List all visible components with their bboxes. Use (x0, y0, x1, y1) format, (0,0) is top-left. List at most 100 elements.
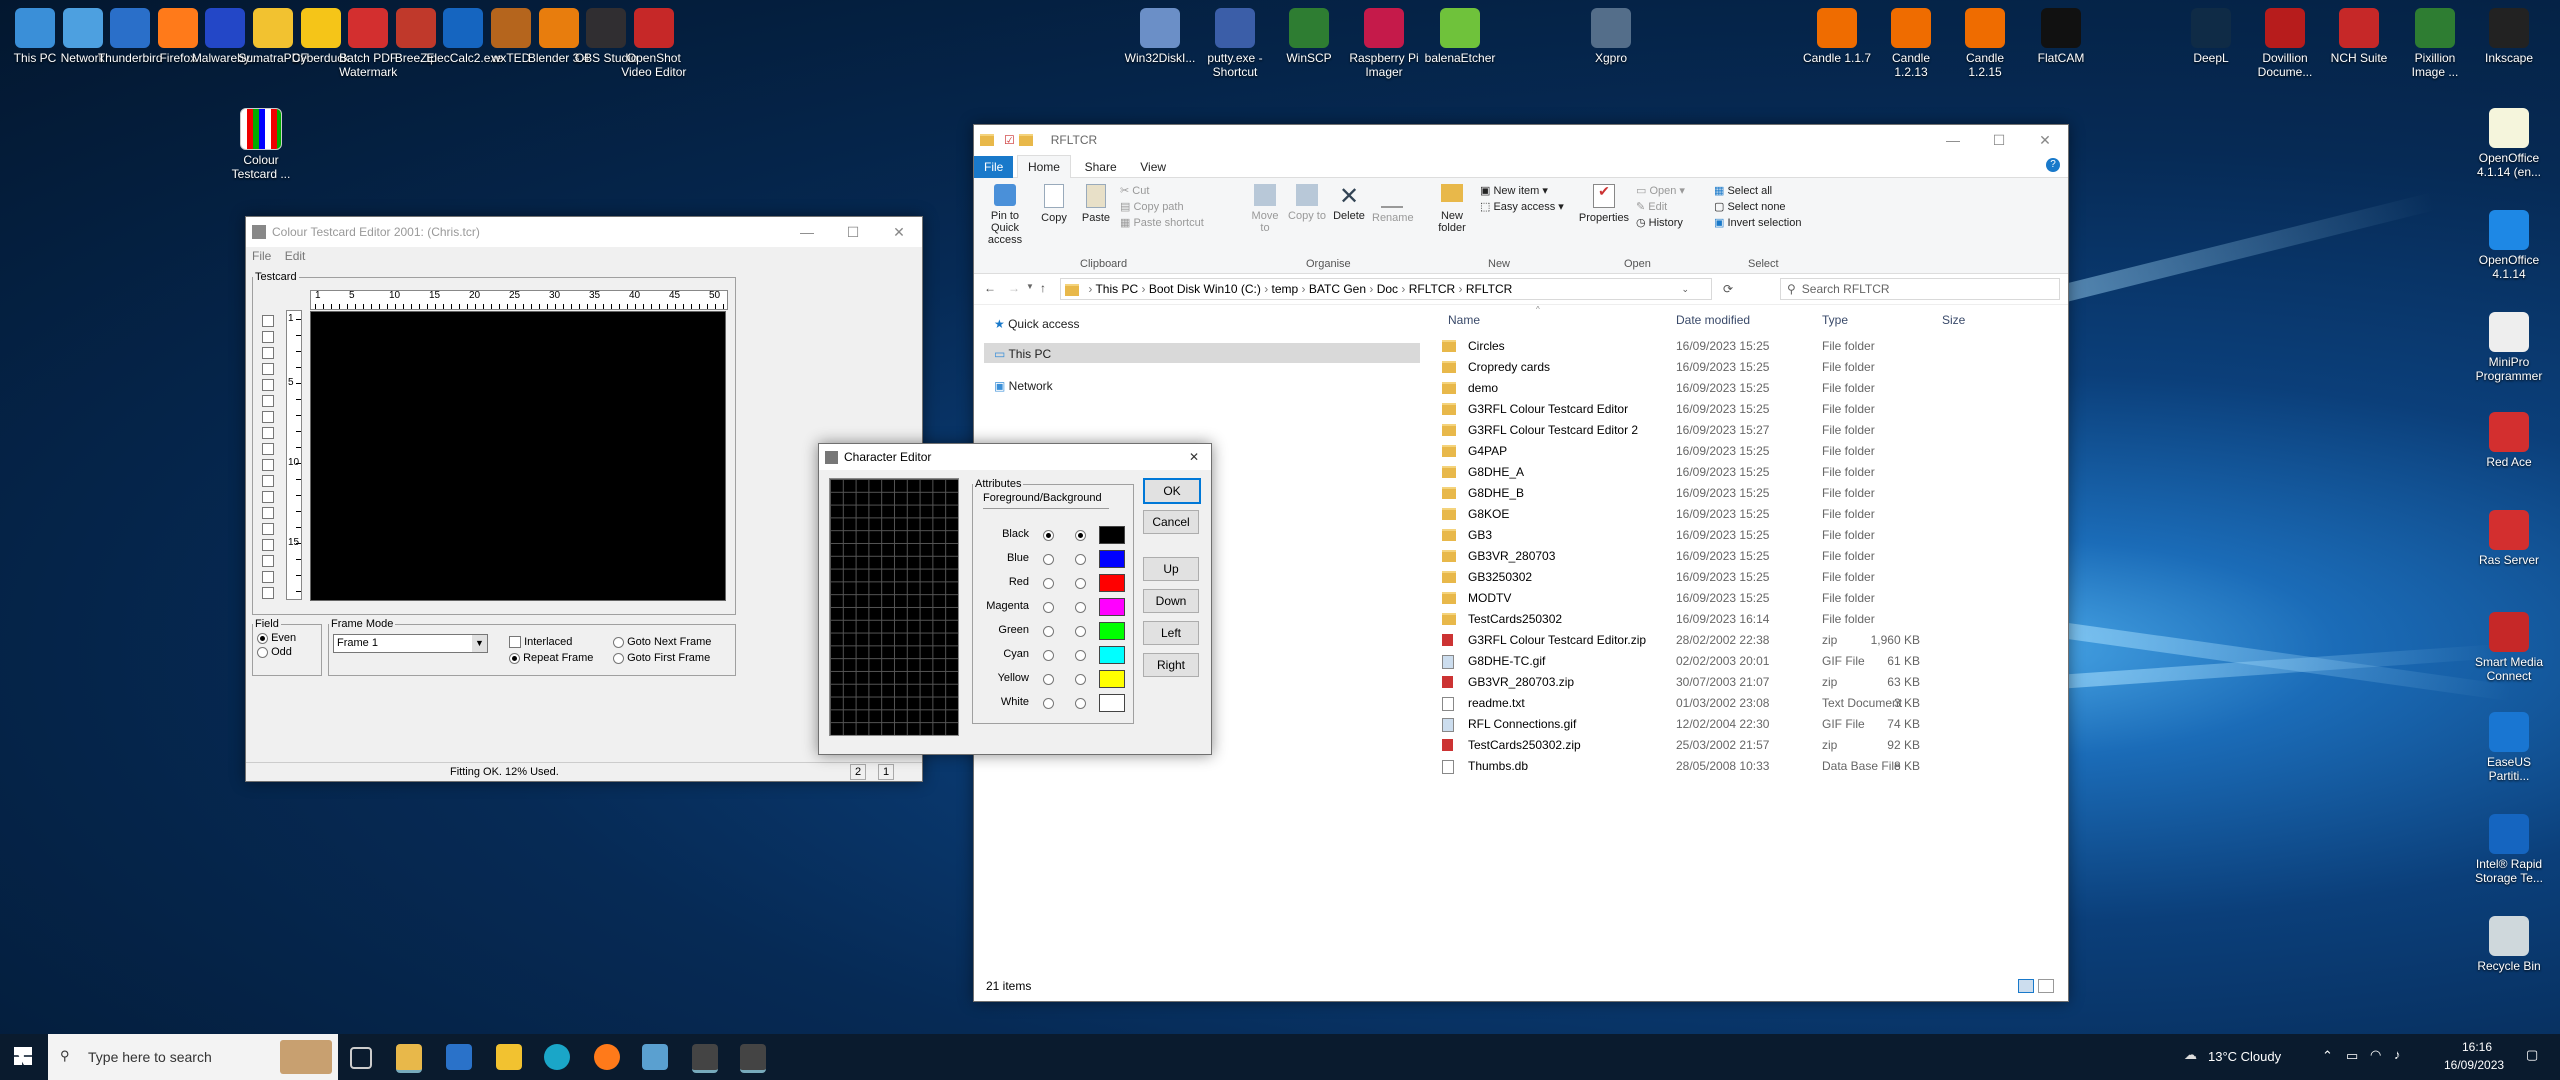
desktop-icon-intel-rapid-storage-te[interactable]: Intel® Rapid Storage Te... (2472, 814, 2546, 885)
foreground-radio[interactable] (1043, 626, 1054, 637)
move-to-button[interactable]: Move to (1246, 184, 1284, 234)
file-row[interactable]: GB3VR_280703.zip 30/07/2003 21:07 zip 63 KB (1436, 672, 2136, 693)
column-date[interactable]: Date modified (1676, 313, 1750, 327)
tab-file[interactable]: File (974, 156, 1014, 178)
background-radio[interactable] (1075, 698, 1086, 709)
close-icon[interactable]: ✕ (1177, 450, 1211, 464)
testcard-titlebar[interactable]: Colour Testcard Editor 2001: (Chris.tcr)… (246, 217, 922, 247)
nav-this-pc[interactable]: ▭ This PC (994, 347, 1051, 361)
desktop-icon-win32diski[interactable]: Win32DiskI... (1123, 8, 1197, 65)
up-button[interactable]: Up (1143, 557, 1199, 581)
file-row[interactable]: G8DHE_B 16/09/2023 15:25 File folder (1436, 483, 2136, 504)
row-checkbox[interactable] (262, 347, 274, 359)
copy-to-button[interactable]: Copy to (1288, 184, 1326, 222)
desktop-icon-openoffice-4-1-14-en[interactable]: OpenOffice 4.1.14 (en... (2472, 108, 2546, 179)
maximize-icon[interactable]: ☐ (1976, 132, 2022, 149)
explorer-titlebar[interactable]: ☑ RFLTCR — ☐ ✕ (974, 125, 2068, 155)
column-name[interactable]: Name (1448, 313, 1480, 327)
weather-text[interactable]: 13°C Cloudy (2208, 1049, 2281, 1064)
file-row[interactable]: MODTV 16/09/2023 15:25 File folder (1436, 588, 2136, 609)
foreground-radio[interactable] (1043, 578, 1054, 589)
copy-path-button[interactable]: ▤ Copy path (1120, 200, 1184, 214)
row-checkbox[interactable] (262, 475, 274, 487)
desktop-icon-recycle-bin[interactable]: Recycle Bin (2472, 916, 2546, 973)
ok-button[interactable]: OK (1143, 478, 1201, 504)
goto-first-radio[interactable] (613, 652, 624, 664)
row-checkbox[interactable] (262, 331, 274, 343)
file-explorer-taskbar-icon[interactable] (396, 1044, 422, 1073)
file-row[interactable]: G8KOE 16/09/2023 15:25 File folder (1436, 504, 2136, 525)
minimize-icon[interactable]: — (784, 224, 830, 241)
easy-access-button[interactable]: ⬚ Easy access ▾ (1480, 200, 1564, 214)
help-icon[interactable]: ? (2046, 158, 2060, 172)
desktop-icon-red-ace[interactable]: Red Ace (2472, 412, 2546, 469)
tab-view[interactable]: View (1130, 156, 1176, 178)
new-folder-button[interactable]: New folder (1432, 184, 1472, 234)
right-button[interactable]: Right (1143, 653, 1199, 677)
desktop-icon-minipro-programmer[interactable]: MiniPro Programmer (2472, 312, 2546, 383)
recent-chevron-icon[interactable]: ▼ (1026, 282, 1034, 291)
tab-home[interactable]: Home (1016, 155, 1071, 178)
desktop-icon-openshot-video-editor[interactable]: OpenShot Video Editor (617, 8, 691, 79)
row-checkbox[interactable] (262, 363, 274, 375)
testcard-taskbar-icon[interactable] (692, 1044, 718, 1073)
file-row[interactable]: G3RFL Colour Testcard Editor 16/09/2023 1… (1436, 399, 2136, 420)
edit-button[interactable]: ✎ Edit (1636, 200, 1667, 214)
frame-select[interactable]: Frame 1 ▼ (333, 634, 488, 653)
desktop-icon-openoffice-4-1-14[interactable]: OpenOffice 4.1.14 (2472, 210, 2546, 281)
row-checkbox[interactable] (262, 539, 274, 551)
speaker-icon[interactable]: ♪ (2394, 1047, 2401, 1062)
file-row[interactable]: G8DHE-TC.gif 02/02/2003 20:01 GIF File 61 K… (1436, 651, 2136, 672)
left-button[interactable]: Left (1143, 621, 1199, 645)
breadcrumb-item[interactable]: RFLTCR (1466, 282, 1512, 296)
desktop-icon-balenaetcher[interactable]: balenaEtcher (1423, 8, 1497, 65)
breadcrumb-item[interactable]: BATC Gen (1309, 282, 1366, 296)
checkmark-icon[interactable]: ☑ (1004, 133, 1015, 147)
task-view-icon[interactable] (350, 1047, 372, 1069)
pixel-grid[interactable] (829, 478, 959, 736)
nav-quick-access[interactable]: ★ Quick access (994, 317, 1079, 331)
radio-even[interactable] (257, 632, 268, 644)
desktop-icon-inkscape[interactable]: Inkscape (2472, 8, 2546, 65)
menu-file[interactable]: File (252, 249, 271, 263)
desktop-icon-winscp[interactable]: WinSCP (1272, 8, 1346, 65)
new-item-button[interactable]: ▣ New item ▾ (1480, 184, 1548, 198)
breadcrumb-item[interactable]: RFLTCR (1409, 282, 1455, 296)
copy-button[interactable]: Copy (1036, 184, 1072, 224)
desktop-icon-deepl[interactable]: DeepL (2174, 8, 2248, 65)
desktop-icon-raspberry-pi-imager[interactable]: Raspberry Pi Imager (1347, 8, 1421, 79)
taskbar-search[interactable]: ⚲ Type here to search (48, 1034, 338, 1080)
menu-edit[interactable]: Edit (285, 249, 306, 263)
maximize-icon[interactable]: ☐ (830, 224, 876, 241)
desktop-icon-dovillion-docume[interactable]: Dovillion Docume... (2248, 8, 2322, 79)
background-radio[interactable] (1075, 674, 1086, 685)
background-radio[interactable] (1075, 650, 1086, 661)
paste-shortcut-button[interactable]: ▦ Paste shortcut (1120, 216, 1204, 230)
windows-start-icon[interactable] (14, 1047, 32, 1065)
desktop-icon-nch-suite[interactable]: NCH Suite (2322, 8, 2396, 65)
down-button[interactable]: Down (1143, 589, 1199, 613)
chevron-down-icon[interactable]: ⌄ (1681, 279, 1689, 299)
tray-chevron-icon[interactable]: ⌃ (2322, 1048, 2333, 1064)
char-editor-taskbar-icon[interactable] (740, 1044, 766, 1073)
pin-quick-access-button[interactable]: Pin to Quick access (980, 184, 1030, 246)
file-row[interactable]: Cropredy cards 16/09/2023 15:25 File folde… (1436, 357, 2136, 378)
sumatra-taskbar-icon[interactable] (496, 1044, 522, 1070)
desktop-icon-candle-1-1-7[interactable]: Candle 1.1.7 (1800, 8, 1874, 65)
file-row[interactable]: GB3VR_280703 16/09/2023 15:25 File folder (1436, 546, 2136, 567)
wifi-icon[interactable]: ◠ (2370, 1047, 2381, 1063)
foreground-radio[interactable] (1043, 650, 1054, 661)
row-checkbox[interactable] (262, 395, 274, 407)
background-radio[interactable] (1075, 602, 1086, 613)
file-row[interactable]: GB3250302 16/09/2023 15:25 File folder (1436, 567, 2136, 588)
foreground-radio[interactable] (1043, 554, 1054, 565)
column-type[interactable]: Type (1822, 313, 1848, 327)
row-checkbox[interactable] (262, 315, 274, 327)
file-row[interactable]: Circles 16/09/2023 15:25 File folder (1436, 336, 2136, 357)
minimize-icon[interactable]: — (1930, 132, 1976, 149)
file-row[interactable]: G3RFL Colour Testcard Editor.zip 28/02/20… (1436, 630, 2136, 651)
row-checkbox[interactable] (262, 571, 274, 583)
foreground-radio[interactable] (1043, 698, 1054, 709)
interlaced-checkbox[interactable] (509, 636, 521, 649)
row-checkbox[interactable] (262, 459, 274, 471)
